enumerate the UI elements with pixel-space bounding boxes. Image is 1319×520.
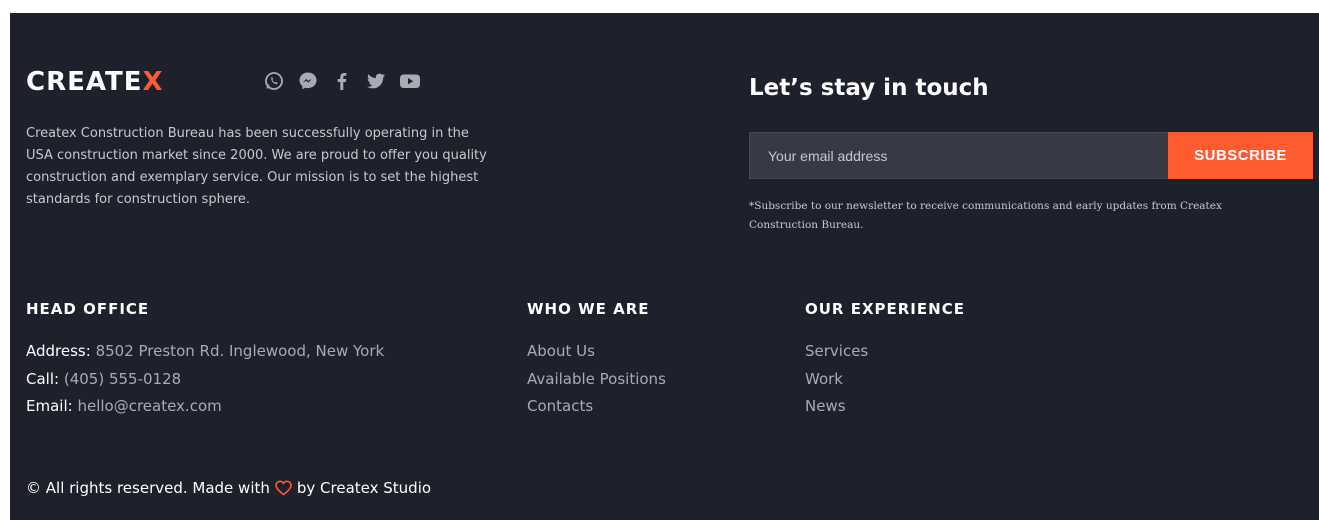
work-link[interactable]: Work <box>805 370 843 388</box>
newsletter-form: SUBSCRIBE <box>749 132 1313 179</box>
newsletter-title: Let’s stay in touch <box>749 75 989 101</box>
services-link[interactable]: Services <box>805 342 868 360</box>
list-item: News <box>805 393 868 421</box>
email-label: Email: <box>26 397 73 415</box>
head-office-title: HEAD OFFICE <box>26 300 150 318</box>
address-item: Address: 8502 Preston Rd. Inglewood, New… <box>26 338 384 366</box>
about-text: Createx Construction Bureau has been suc… <box>26 126 487 207</box>
copyright-studio: by Createx Studio <box>296 479 432 497</box>
logo[interactable]: CREATEX <box>26 67 164 97</box>
twitter-icon[interactable] <box>365 70 387 92</box>
facebook-icon[interactable] <box>331 70 353 92</box>
call-label: Call: <box>26 369 60 388</box>
call-item: Call: (405) 555-0128 <box>26 366 384 394</box>
our-experience-list: Services Work News <box>805 338 868 421</box>
address-label: Address: <box>26 342 91 360</box>
copyright: © All rights reserved. Made with by Crea… <box>26 479 431 497</box>
address-link[interactable]: 8502 Preston Rd. Inglewood, New York <box>96 342 385 360</box>
about-us-link[interactable]: About Us <box>527 342 595 360</box>
who-we-are-title: WHO WE ARE <box>527 300 650 318</box>
list-item: Contacts <box>527 393 666 421</box>
our-experience-title: OUR EXPERIENCE <box>805 300 965 318</box>
available-positions-link[interactable]: Available Positions <box>527 370 666 388</box>
news-link[interactable]: News <box>805 397 846 415</box>
list-item: Services <box>805 338 868 366</box>
social-links <box>263 70 421 92</box>
list-item: About Us <box>527 338 666 366</box>
list-item: Available Positions <box>527 366 666 394</box>
newsletter-note: *Subscribe to our newsletter to receive … <box>749 200 1222 231</box>
whatsapp-icon[interactable] <box>263 70 285 92</box>
logo-accent: X <box>142 67 164 97</box>
who-we-are-list: About Us Available Positions Contacts <box>527 338 666 421</box>
subscribe-button[interactable]: SUBSCRIBE <box>1168 132 1313 179</box>
site-footer: CREATEX Createx Construction Bureau has … <box>10 13 1319 520</box>
list-item: Work <box>805 366 868 394</box>
heart-icon <box>275 480 292 496</box>
head-office-list: Address: 8502 Preston Rd. Inglewood, New… <box>26 338 384 421</box>
youtube-icon[interactable] <box>399 70 421 92</box>
email-item: Email: hello@createx.com <box>26 393 384 421</box>
contacts-link[interactable]: Contacts <box>527 397 593 415</box>
email-link[interactable]: hello@createx.com <box>77 397 221 415</box>
messenger-icon[interactable] <box>297 70 319 92</box>
copyright-text: © All rights reserved. Made with <box>26 479 270 497</box>
email-input[interactable] <box>749 132 1168 179</box>
phone-link[interactable]: (405) 555-0128 <box>64 370 181 388</box>
logo-text: CREATE <box>26 67 143 97</box>
